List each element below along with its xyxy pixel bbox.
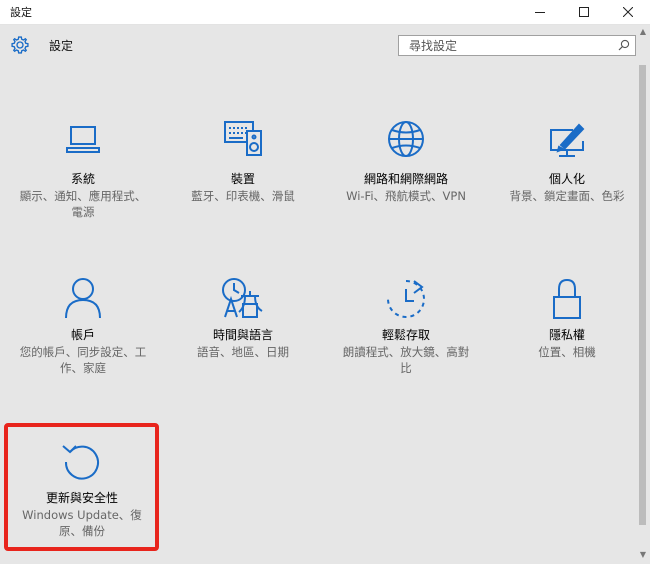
scroll-thumb[interactable]: [639, 65, 646, 525]
tile-label: 個人化: [548, 172, 585, 186]
personalization-icon: [550, 123, 585, 157]
devices-icon: [224, 121, 262, 156]
tile-devices[interactable]: 裝置 藍牙、印表機、滑鼠: [173, 121, 313, 204]
lock-icon: [553, 278, 581, 319]
tile-time-language[interactable]: 時間與語言 語音、地區、日期: [173, 277, 313, 360]
close-icon: [623, 7, 633, 17]
minimize-icon: [535, 12, 545, 13]
globe-icon: [388, 121, 424, 157]
highlight-box: [4, 423, 159, 551]
tile-description: 藍牙、印表機、滑鼠: [191, 189, 295, 203]
tile-label: 裝置: [230, 172, 255, 186]
tile-accounts[interactable]: 帳戶 您的帳戶、同步設定、工作、家庭: [13, 277, 153, 376]
vertical-scrollbar[interactable]: ▲ ▼: [636, 25, 650, 564]
search-box[interactable]: [398, 35, 636, 56]
tile-label: 輕鬆存取: [381, 328, 430, 342]
minimize-button[interactable]: [518, 0, 562, 24]
tile-personalization[interactable]: 個人化 背景、鎖定畫面、色彩: [497, 121, 637, 204]
tile-system[interactable]: 系統 顯示、通知、應用程式、電源: [13, 121, 153, 220]
scroll-down-icon[interactable]: ▼: [638, 550, 648, 560]
close-button[interactable]: [606, 0, 650, 24]
settings-window: 設定 設定 尋找設定 系統 顯示、通知、應用程式、電源 裝置 藍牙、印表機、滑鼠…: [0, 0, 650, 564]
tile-description: 朗讀程式、放大鏡、高對比: [342, 345, 470, 375]
tile-description: 語音、地區、日期: [197, 345, 289, 359]
tile-label: 帳戶: [70, 328, 95, 342]
title-bar: 設定: [0, 0, 650, 25]
search-icon[interactable]: [618, 39, 630, 51]
tile-label: 時間與語言: [212, 328, 273, 342]
tile-description: Wi-Fi、飛航模式、VPN: [346, 189, 466, 203]
tile-ease-of-access[interactable]: 輕鬆存取 朗讀程式、放大鏡、高對比: [336, 277, 476, 376]
page-title: 設定: [49, 39, 74, 53]
window-title: 設定: [10, 6, 32, 19]
scroll-up-icon[interactable]: ▲: [638, 27, 648, 37]
maximize-icon: [579, 7, 589, 17]
tile-description: 顯示、通知、應用程式、電源: [19, 189, 147, 219]
tile-label: 隱私權: [548, 328, 585, 342]
tile-label: 網路和網際網路: [363, 172, 448, 186]
tile-privacy[interactable]: 隱私權 位置、相機: [497, 277, 637, 360]
tile-label: 系統: [70, 172, 95, 186]
tile-network[interactable]: 網路和網際網路 Wi-Fi、飛航模式、VPN: [336, 121, 476, 204]
tile-description: 您的帳戶、同步設定、工作、家庭: [19, 345, 147, 375]
maximize-button[interactable]: [562, 0, 606, 24]
time-language-icon: [222, 278, 263, 318]
tile-description: 位置、相機: [538, 345, 596, 359]
gear-icon: [11, 36, 29, 54]
tile-description: 背景、鎖定畫面、色彩: [509, 189, 625, 203]
search-input[interactable]: [399, 36, 619, 55]
person-icon: [65, 278, 101, 319]
ease-of-access-icon: [387, 280, 425, 318]
settings-header: 設定: [0, 25, 650, 65]
laptop-icon: [66, 126, 100, 153]
